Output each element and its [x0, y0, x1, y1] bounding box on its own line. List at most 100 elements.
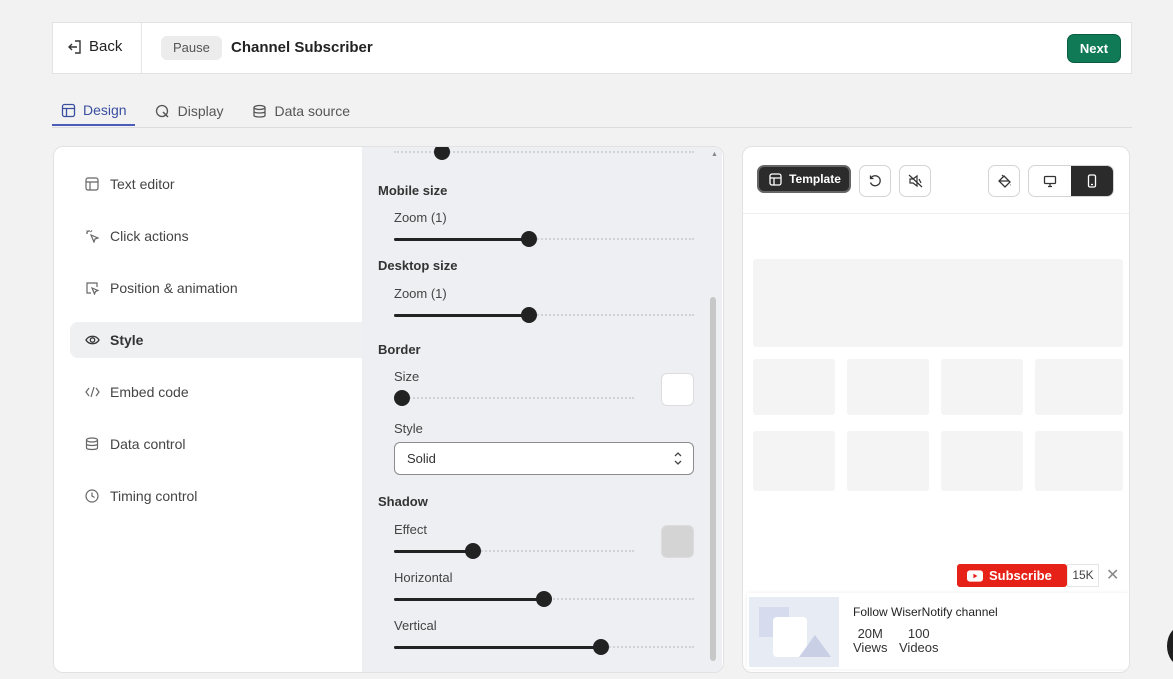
- close-icon[interactable]: ✕: [1106, 564, 1119, 587]
- slider-rail: [402, 397, 634, 399]
- mobile-zoom-slider[interactable]: [394, 231, 694, 247]
- style-settings-panel: Mobile size Zoom (1) Desktop size Zoom (…: [362, 147, 722, 672]
- slider-knob[interactable]: [593, 639, 609, 655]
- theme-button[interactable]: [988, 165, 1020, 197]
- mute-icon: [907, 173, 923, 189]
- slider-knob[interactable]: [434, 147, 450, 160]
- placeholder-block: [847, 431, 929, 491]
- template-button[interactable]: Template: [757, 165, 851, 193]
- position-icon: [84, 280, 100, 296]
- nav-style-label: Style: [110, 332, 144, 348]
- shadow-color-swatch[interactable]: [661, 525, 694, 558]
- notification-title: Follow WiserNotify channel: [853, 605, 998, 619]
- mobile-zoom-label: Zoom (1): [394, 210, 447, 225]
- device-toggle: [1028, 165, 1114, 197]
- back-label: Back: [89, 38, 123, 55]
- nav-click-actions[interactable]: Click actions: [70, 218, 362, 254]
- code-icon: [84, 384, 100, 400]
- nav-position-animation[interactable]: Position & animation: [70, 270, 362, 306]
- design-icon: [60, 102, 76, 118]
- videos-value: 100: [907, 626, 930, 641]
- slider-knob[interactable]: [465, 543, 482, 559]
- views-label: Views: [853, 640, 888, 655]
- views-value: 20M: [857, 626, 883, 641]
- display-icon: [155, 103, 171, 119]
- notification-card[interactable]: Follow WiserNotify channel 20M Views 100…: [747, 593, 1129, 669]
- nav-timing-control[interactable]: Timing control: [70, 478, 362, 514]
- border-style-select[interactable]: Solid: [394, 442, 694, 475]
- slider-knob[interactable]: [536, 591, 552, 607]
- template-icon: [767, 171, 783, 187]
- shadow-effect-label: Effect: [394, 522, 428, 537]
- chat-widget-button[interactable]: [1167, 626, 1173, 666]
- slider-knob[interactable]: [521, 307, 537, 323]
- nav-embed-code[interactable]: Embed code: [70, 374, 362, 410]
- shadow-effect-slider[interactable]: [394, 543, 634, 559]
- scroll-up-arrow-icon[interactable]: ▲: [711, 151, 718, 158]
- select-chevron-icon: [673, 443, 683, 487]
- image-placeholder-icon: [759, 607, 831, 657]
- channel-thumbnail: [749, 597, 839, 667]
- slider-knob[interactable]: [521, 231, 537, 247]
- tab-design[interactable]: Design: [52, 96, 135, 126]
- template-label: Template: [789, 172, 841, 186]
- placeholder-block: [1035, 431, 1123, 491]
- youtube-subscribe-button[interactable]: Subscribe: [957, 564, 1067, 587]
- refresh-button[interactable]: [859, 165, 891, 197]
- placeholder-block: [941, 431, 1023, 491]
- desktop-icon: [1042, 173, 1058, 189]
- top-bar: Back Pause Channel Subscriber Next: [52, 22, 1132, 74]
- design-panel: Text editor Click actions Position & ani…: [53, 146, 724, 673]
- placeholder-block: [753, 359, 835, 415]
- slider-knob[interactable]: [394, 390, 410, 406]
- nav-click-actions-label: Click actions: [110, 228, 189, 244]
- desktop-view-button[interactable]: [1029, 166, 1071, 196]
- placeholder-block: [1035, 359, 1123, 415]
- pause-button[interactable]: Pause: [161, 36, 222, 60]
- desktop-zoom-label: Zoom (1): [394, 286, 447, 301]
- nav-embed-code-label: Embed code: [110, 384, 189, 400]
- nav-text-editor[interactable]: Text editor: [70, 166, 362, 202]
- back-icon: [67, 39, 83, 55]
- shadow-horizontal-label: Horizontal: [394, 570, 453, 585]
- mobile-size-title: Mobile size: [378, 183, 448, 198]
- settings-scrollbar[interactable]: [710, 297, 716, 661]
- divider: [141, 23, 142, 73]
- nav-data-control[interactable]: Data control: [70, 426, 362, 462]
- placeholder-block: [847, 359, 929, 415]
- slider-fill: [394, 598, 544, 601]
- tab-display[interactable]: Display: [147, 96, 232, 126]
- border-color-swatch[interactable]: [661, 373, 694, 406]
- subscriber-count: 15K: [1067, 564, 1099, 587]
- views-stat: 20M Views: [853, 627, 887, 655]
- partial-slider[interactable]: [394, 147, 694, 160]
- desktop-size-title: Desktop size: [378, 258, 458, 273]
- tabs-divider: [52, 127, 1132, 128]
- tab-display-label: Display: [177, 103, 224, 119]
- subscribe-label: Subscribe: [989, 568, 1052, 583]
- slider-fill: [394, 646, 601, 649]
- border-style-label: Style: [394, 421, 423, 436]
- border-size-slider[interactable]: [394, 390, 634, 406]
- clock-icon: [84, 488, 100, 504]
- next-button[interactable]: Next: [1068, 35, 1120, 62]
- videos-stat: 100 Videos: [899, 627, 939, 655]
- desktop-zoom-slider[interactable]: [394, 307, 694, 323]
- border-size-label: Size: [394, 369, 420, 384]
- back-button[interactable]: Back: [67, 38, 122, 55]
- tab-data-source[interactable]: Data source: [244, 96, 358, 126]
- shadow-horizontal-slider[interactable]: [394, 591, 694, 607]
- placeholder-block: [941, 359, 1023, 415]
- database-icon: [252, 103, 268, 119]
- nav-text-editor-label: Text editor: [110, 176, 175, 192]
- mute-button[interactable]: [899, 165, 931, 197]
- nav-data-control-label: Data control: [110, 436, 186, 452]
- click-icon: [84, 228, 100, 244]
- refresh-icon: [867, 173, 883, 189]
- border-style-value: Solid: [407, 451, 436, 466]
- tab-bar: Design Display Data source: [52, 96, 370, 128]
- shadow-vertical-slider[interactable]: [394, 639, 694, 655]
- nav-style[interactable]: Style: [70, 322, 363, 358]
- mobile-view-button[interactable]: [1071, 166, 1113, 196]
- tab-design-label: Design: [83, 102, 127, 118]
